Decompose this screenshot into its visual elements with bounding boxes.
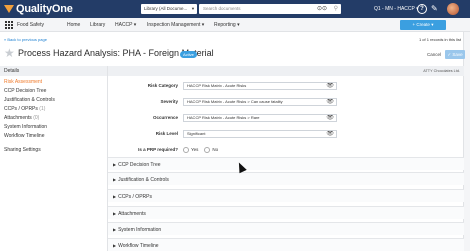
brand-name: QualityOne xyxy=(16,3,73,15)
main-panel: ATTY Chocolates Ltd. Risk Category HACCP… xyxy=(107,66,464,251)
section-label: Justification & Controls xyxy=(118,177,169,183)
nav-reporting-label: Reporting xyxy=(214,22,236,28)
section-ccp-decision-tree[interactable]: ▶ CCP Decision Tree xyxy=(108,157,464,170)
top-bar: QualityOne Library (All Docume... ▼ Sear… xyxy=(0,0,470,18)
sidebar-item-ccps-oprps[interactable]: CCPs / OPRPs (1) xyxy=(4,106,45,113)
severity-value: HACCP Risk Matrix - Acute Risks > Can ca… xyxy=(187,99,283,104)
section-label: CCPs / OPRPs xyxy=(118,194,152,200)
risk-level-select[interactable]: Significant 👁 xyxy=(183,130,337,138)
nav-home[interactable]: Home xyxy=(67,18,80,32)
section-label: CCP Decision Tree xyxy=(118,162,161,168)
section-workflow[interactable]: ▶ Workflow Timeline xyxy=(108,238,464,251)
main-header: ATTY Chocolates Ltd. xyxy=(108,66,464,76)
binoculars-icon[interactable]: ⊙⊙ xyxy=(317,4,327,14)
sidebar-title: Details xyxy=(0,66,107,76)
status-badge: Active xyxy=(180,51,197,58)
occurrence-select[interactable]: HACCP Risk Matrix - Acute Risks > Rare 👁 xyxy=(183,114,337,122)
section-label: System Information xyxy=(118,227,162,233)
nav-haccp-label: HACCP xyxy=(115,22,133,28)
prp-yes-label[interactable]: Yes xyxy=(191,146,198,154)
risk-level-label: Risk Level xyxy=(155,131,178,136)
library-select-value: Library (All Docume... xyxy=(144,6,188,11)
sidebar-item-risk-assessment[interactable]: Risk Assessment xyxy=(4,79,42,86)
sidebar-item-system-info[interactable]: System Information xyxy=(4,124,47,131)
chevron-right-icon: ▶ xyxy=(113,227,117,232)
star-icon[interactable]: ★ xyxy=(4,46,15,60)
sidebar-item-count: (1) xyxy=(39,106,46,112)
chevron-right-icon: ▶ xyxy=(113,194,117,199)
nav-library[interactable]: Library xyxy=(90,18,105,32)
risk-category-value: HACCP Risk Matrix - Acute Risks xyxy=(187,83,247,88)
severity-label: Severity xyxy=(160,99,178,104)
risk-category-label: Risk Category xyxy=(147,83,178,88)
chevron-down-icon: ▼ xyxy=(191,6,195,11)
create-button[interactable]: + Create ▾ xyxy=(400,20,446,30)
sidebar-item-label: CCPs / OPRPs xyxy=(4,106,38,112)
chevron-right-icon: ▶ xyxy=(113,162,117,167)
eye-icon[interactable]: 👁 xyxy=(326,131,334,137)
sub-nav: Food Safety Home Library HACCP ▾ Inspect… xyxy=(0,18,470,32)
eye-icon[interactable]: 👁 xyxy=(326,99,334,105)
section-label: Attachments xyxy=(118,211,146,217)
section-system-info[interactable]: ▶ System Information xyxy=(108,222,464,235)
brand-logo[interactable]: QualityOne xyxy=(4,3,73,15)
user-menu[interactable]: Q1 - MN - HACCP ▾ xyxy=(374,4,419,14)
user-menu-label: Q1 - MN - HACCP xyxy=(374,6,415,12)
back-link[interactable]: « Back to previous page xyxy=(4,37,47,42)
risk-level-value: Significant xyxy=(187,131,206,136)
prp-radio-group: Yes No xyxy=(183,146,224,154)
record-counter: 1 of 1 records in this list xyxy=(418,37,461,42)
app-grid-icon[interactable] xyxy=(5,21,13,29)
section-justification[interactable]: ▶ Justification & Controls xyxy=(108,172,464,185)
nav-inspection-label: Inspection Management xyxy=(147,22,201,28)
prp-yes-radio[interactable] xyxy=(183,147,189,153)
chevron-right-icon: ▶ xyxy=(113,243,117,248)
prp-label: Is a PRP required? xyxy=(138,147,178,152)
section-attachments[interactable]: ▶ Attachments xyxy=(108,206,464,219)
vendor-name: ATTY Chocolates Ltd. xyxy=(423,69,460,73)
prp-no-label[interactable]: No xyxy=(212,146,218,154)
eye-icon[interactable]: 👁 xyxy=(326,115,334,121)
chevron-right-icon: ▶ xyxy=(113,211,117,216)
app-window: QualityOne Library (All Docume... ▼ Sear… xyxy=(0,0,470,251)
sidebar-item-ccp-decision-tree[interactable]: CCP Decision Tree xyxy=(4,88,46,95)
right-scroll-edge xyxy=(463,32,470,251)
occurrence-label: Occurrence xyxy=(152,115,178,120)
search-icon[interactable]: ⚲ xyxy=(334,4,338,14)
nav-haccp[interactable]: HACCP ▾ xyxy=(115,18,136,32)
nav-reporting[interactable]: Reporting ▾ xyxy=(214,18,240,32)
help-icon[interactable]: ? xyxy=(417,4,427,14)
nav-inspection[interactable]: Inspection Management ▾ xyxy=(147,18,204,32)
severity-select[interactable]: HACCP Risk Matrix - Acute Risks > Can ca… xyxy=(183,98,337,106)
wrench-icon[interactable]: ✎ xyxy=(431,3,438,15)
sidebar-item-label: Attachments xyxy=(4,115,32,121)
sidebar-item-attachments[interactable]: Attachments (0) xyxy=(4,115,39,122)
occurrence-value: HACCP Risk Matrix - Acute Risks > Rare xyxy=(187,115,260,120)
eye-icon[interactable]: 👁 xyxy=(326,83,334,89)
sidebar-item-count: (0) xyxy=(33,115,40,121)
search-placeholder: Search documents xyxy=(203,6,241,11)
create-button-label: + Create xyxy=(412,22,430,27)
sidebar-item-sharing[interactable]: Sharing Settings xyxy=(4,147,41,154)
sidebar: Details Risk Assessment CCP Decision Tre… xyxy=(0,66,107,251)
brand-v-icon xyxy=(4,5,14,13)
save-button[interactable]: ✓ Save xyxy=(445,50,465,59)
library-select[interactable]: Library (All Docume... ▼ xyxy=(141,4,197,14)
risk-category-select[interactable]: HACCP Risk Matrix - Acute Risks 👁 xyxy=(183,82,337,90)
prp-no-radio[interactable] xyxy=(204,147,211,153)
search-input[interactable]: Search documents ⊙⊙ ⚲ xyxy=(199,4,341,14)
chevron-right-icon: ▶ xyxy=(113,177,117,182)
section-label: Workflow Timeline xyxy=(118,243,159,249)
nav-food-safety[interactable]: Food Safety xyxy=(17,18,44,32)
sidebar-item-workflow[interactable]: Workflow Timeline xyxy=(4,133,44,140)
section-ccps-oprps[interactable]: ▶ CCPs / OPRPs xyxy=(108,189,464,202)
cancel-button[interactable]: Cancel xyxy=(427,52,441,57)
sidebar-item-justification[interactable]: Justification & Controls xyxy=(4,97,55,104)
avatar[interactable] xyxy=(447,3,459,15)
